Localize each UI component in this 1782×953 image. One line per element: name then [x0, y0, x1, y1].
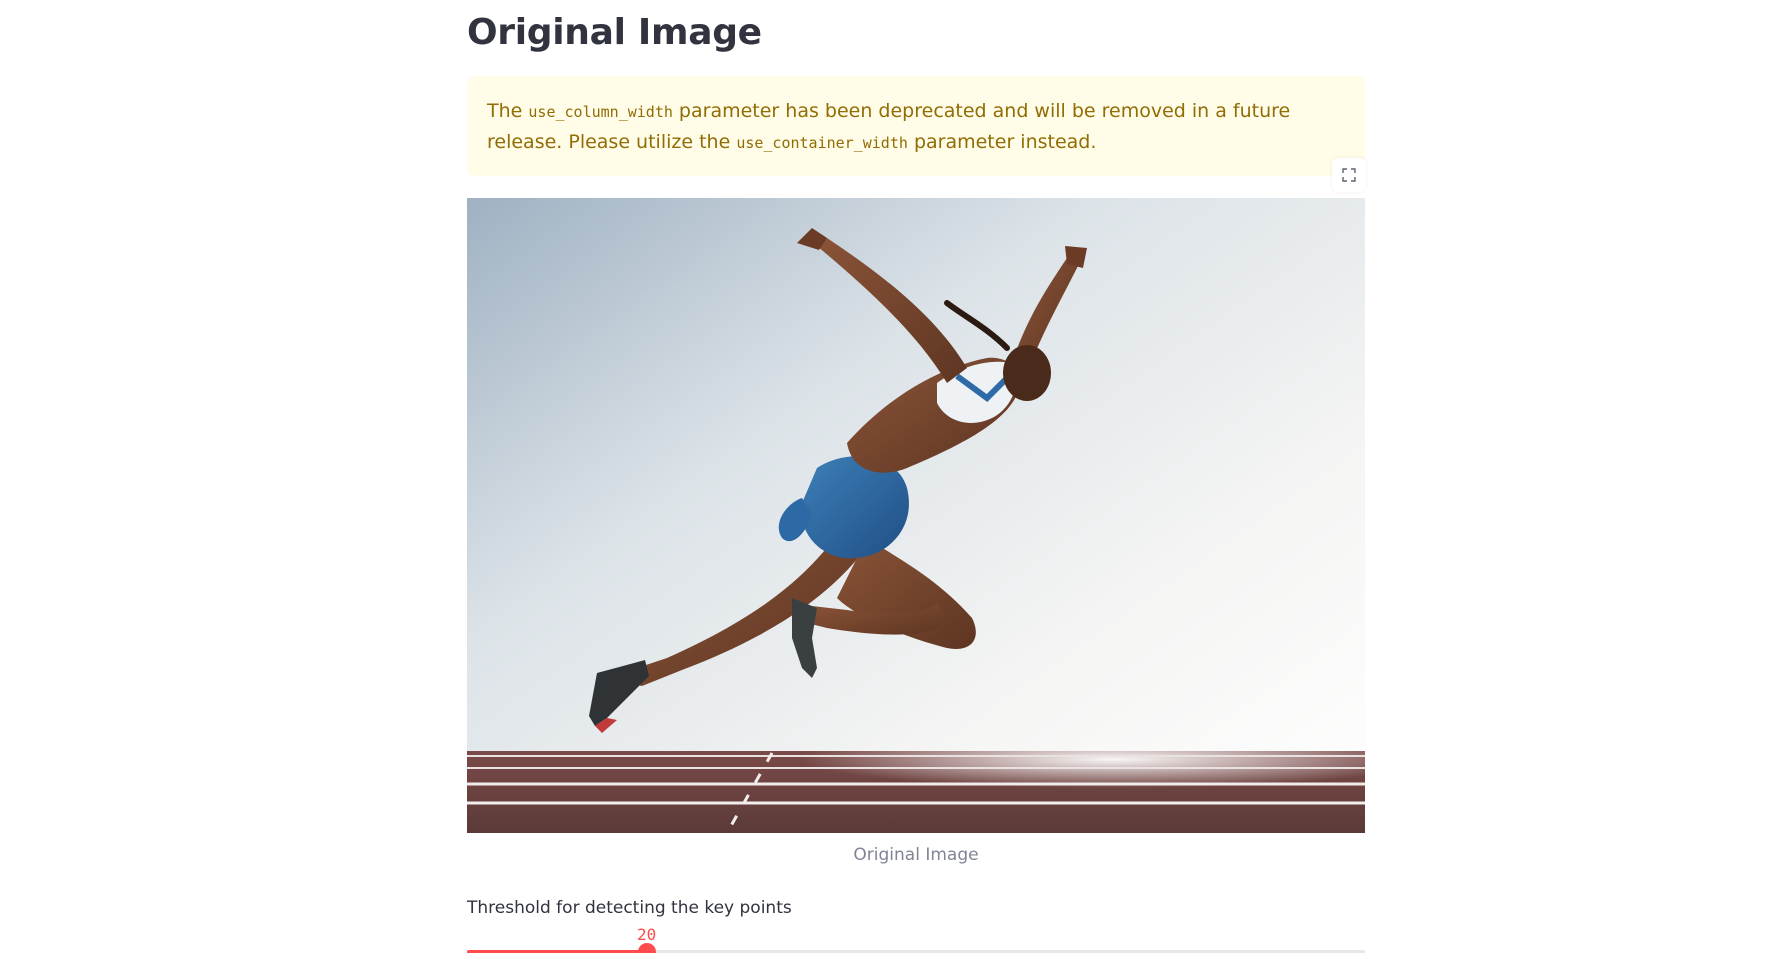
athlete-photo: [467, 198, 1365, 833]
athlete-image: [467, 198, 1365, 833]
page-title: Original Image: [467, 12, 762, 53]
fullscreen-button[interactable]: [1332, 158, 1366, 192]
deprecation-warning: The use_column_width parameter has been …: [467, 76, 1365, 176]
app-page: Original Image The use_column_width para…: [0, 0, 1782, 953]
fullscreen-icon: [1342, 168, 1356, 182]
warning-code-2: use_container_width: [736, 134, 908, 152]
running-track: [467, 751, 1365, 833]
warning-text-1: The: [487, 100, 529, 122]
warning-code-1: use_column_width: [528, 103, 673, 121]
slider-value: 20: [637, 925, 657, 944]
slider-label: Threshold for detecting the key points: [467, 898, 792, 918]
image-caption: Original Image: [853, 845, 979, 865]
warning-text-3: parameter instead.: [907, 131, 1097, 153]
slider-thumb[interactable]: [638, 943, 656, 953]
